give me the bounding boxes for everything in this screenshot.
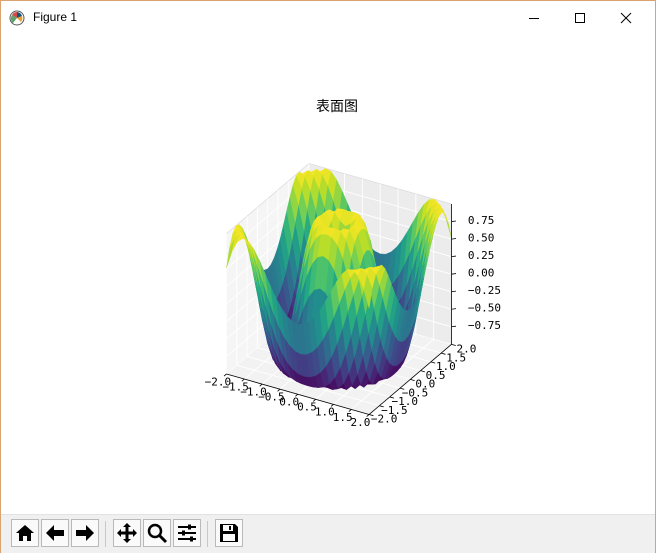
y-tick-label: 2.0 [457, 343, 477, 356]
move-icon [117, 523, 137, 543]
minimize-icon [529, 18, 539, 19]
home-icon [16, 525, 34, 541]
forward-button[interactable] [71, 519, 99, 547]
figure-window: Figure 1 表面图 −2.0 −1.5 −1.0 −0.5 0.0 0.5 1.0 1.… [0, 0, 656, 553]
close-icon [620, 12, 632, 24]
configure-subplots-button[interactable] [173, 519, 201, 547]
floppy-disk-icon [220, 524, 238, 542]
y-tick-mark [451, 343, 456, 346]
navigation-toolbar [1, 514, 655, 553]
sliders-icon [178, 524, 196, 542]
z-tick-mark [451, 255, 457, 258]
toolbar-separator [105, 521, 106, 547]
z-tick-mark [451, 308, 457, 310]
x-tick-label: 2.0 [351, 416, 371, 429]
y-tick-mark [410, 379, 415, 381]
home-button[interactable] [11, 519, 39, 547]
title-bar[interactable]: Figure 1 [1, 1, 655, 35]
z-tick-label: −0.25 [468, 284, 501, 297]
minimize-button[interactable] [511, 1, 557, 35]
toolbar-separator [207, 521, 208, 547]
maximize-button[interactable] [557, 1, 603, 35]
z-tick-label: 0.25 [468, 249, 495, 262]
arrow-left-icon [46, 525, 64, 541]
surface-chart[interactable]: 表面图 −2.0−1.5−1.0−0.50.00.51.01.52.0 −2.0−… [1, 35, 655, 513]
close-button[interactable] [603, 1, 649, 35]
z-tick-mark [451, 220, 457, 222]
matplotlib-icon [9, 10, 25, 26]
y-tick-mark [430, 361, 436, 364]
z-tick-mark [451, 273, 457, 275]
z-tick-mark [451, 325, 457, 328]
chart-title: 表面图 [316, 99, 358, 115]
y-tick-mark [441, 352, 446, 355]
y-tick-mark [420, 370, 425, 373]
save-button[interactable] [215, 519, 243, 547]
z-tick-label: 0.00 [468, 267, 495, 280]
back-button[interactable] [41, 519, 69, 547]
maximize-icon [575, 13, 585, 23]
z-tick-label: 0.75 [468, 214, 495, 227]
arrow-right-icon [76, 525, 94, 541]
z-tick-label: −0.50 [468, 302, 501, 315]
z-tick-mark [451, 238, 457, 240]
plot-canvas[interactable]: 表面图 −2.0 −1.5 −1.0 −0.5 0.0 0.5 1.0 1.5 2.0 −2.0−… [1, 35, 655, 513]
z-tick-label: 0.50 [468, 231, 495, 244]
pan-button[interactable] [113, 519, 141, 547]
window-title: Figure 1 [33, 10, 78, 24]
zoom-button[interactable] [143, 519, 171, 547]
z-tick-label: −0.75 [468, 319, 501, 332]
magnifier-icon [147, 523, 168, 544]
z-tick-mark [451, 290, 457, 293]
